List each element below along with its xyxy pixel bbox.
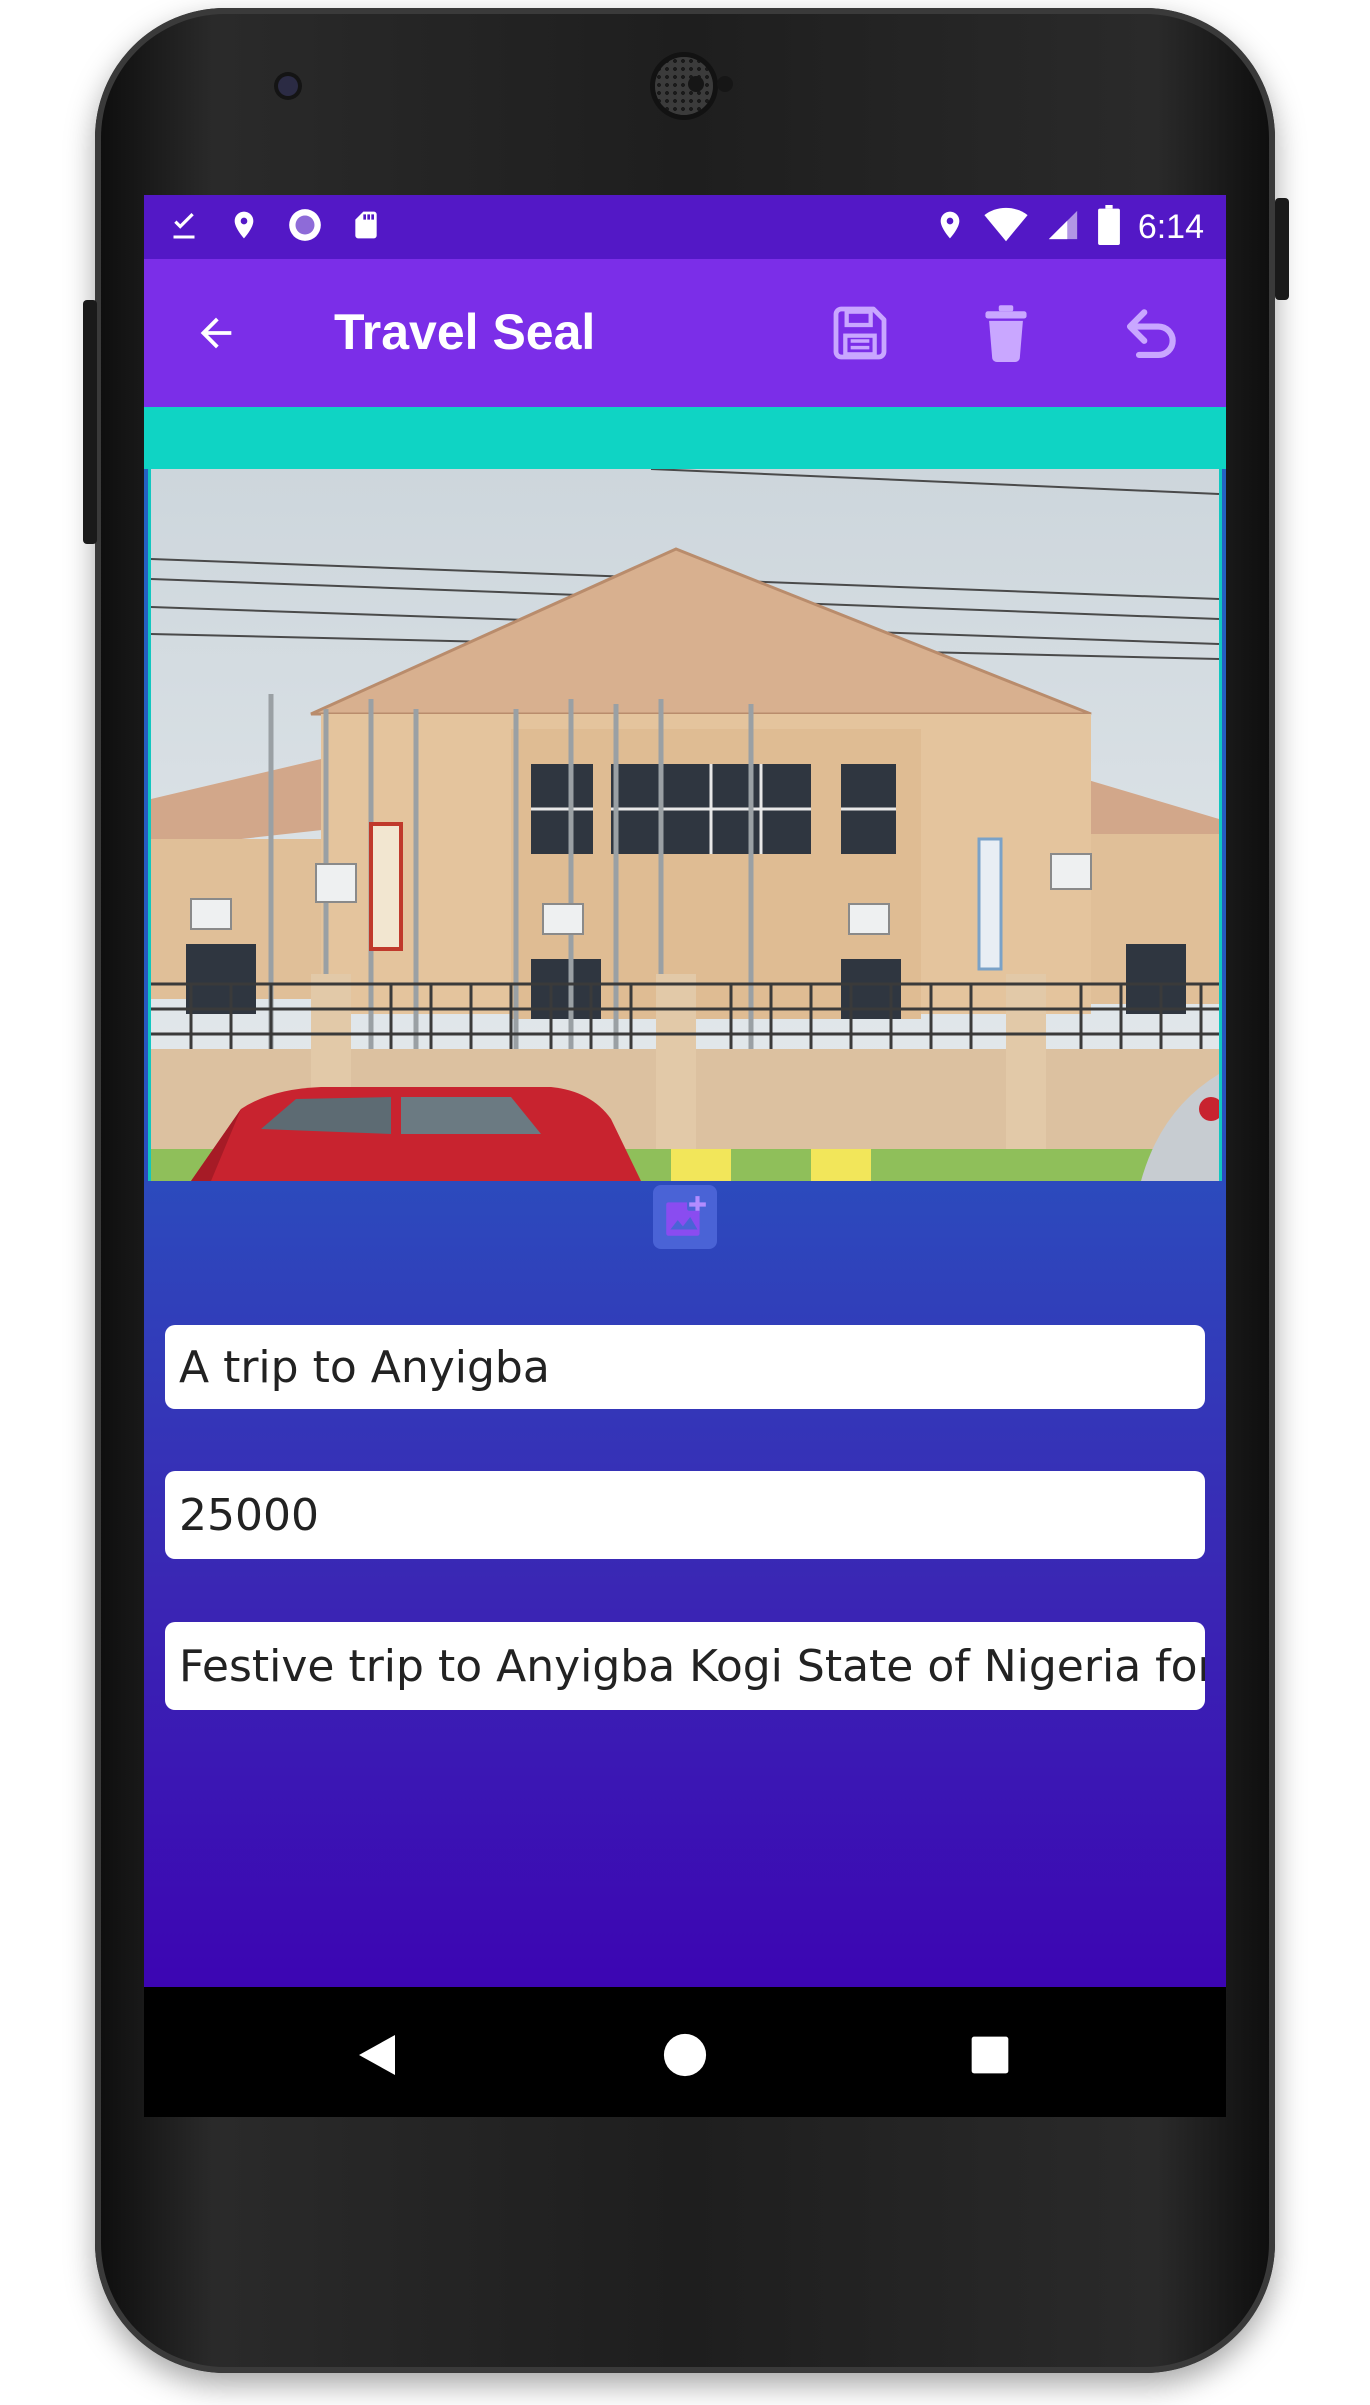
form-area: A trip to Anyigba 25000 Festive trip to … bbox=[144, 407, 1226, 1987]
undo-icon bbox=[1126, 309, 1176, 359]
trip-title-input[interactable]: A trip to Anyigba bbox=[165, 1325, 1205, 1409]
status-bar: 6:14 bbox=[144, 195, 1226, 259]
power-button bbox=[1275, 198, 1289, 300]
location-icon bbox=[934, 206, 966, 249]
app-bar: Travel Seal bbox=[144, 259, 1226, 407]
front-camera bbox=[278, 76, 298, 96]
save-icon bbox=[833, 306, 887, 360]
sync-circle-icon bbox=[286, 206, 324, 249]
nav-home-button[interactable] bbox=[657, 2027, 713, 2083]
signal-icon bbox=[1046, 208, 1080, 247]
trip-description-input[interactable]: Festive trip to Anyigba Kogi State of Ni… bbox=[165, 1622, 1205, 1710]
trip-amount-input[interactable]: 25000 bbox=[165, 1471, 1205, 1559]
trip-photo[interactable] bbox=[148, 469, 1222, 1181]
proximity-sensor bbox=[688, 76, 704, 92]
system-navigation-bar bbox=[144, 1987, 1226, 2117]
volume-button bbox=[83, 300, 97, 544]
speaker-grille bbox=[655, 57, 713, 115]
light-sensor bbox=[717, 76, 733, 92]
delete-icon bbox=[985, 305, 1027, 363]
arrow-back-icon bbox=[200, 317, 232, 349]
nav-back-button[interactable] bbox=[349, 2027, 405, 2083]
screen: 6:14 Travel Seal A trip to Anyigba 25000… bbox=[144, 195, 1226, 2117]
location-icon bbox=[228, 206, 260, 249]
sd-card-icon bbox=[350, 207, 382, 248]
status-time: 6:14 bbox=[1137, 207, 1204, 246]
building-photo-illustration bbox=[151, 469, 1219, 1181]
add-photo-icon bbox=[666, 1196, 706, 1236]
back-button[interactable] bbox=[188, 305, 244, 361]
download-done-icon bbox=[166, 207, 202, 248]
teal-header-band bbox=[144, 407, 1226, 469]
recents-square-icon bbox=[971, 2036, 1009, 2074]
battery-icon bbox=[1097, 204, 1120, 250]
delete-button[interactable] bbox=[970, 297, 1042, 369]
save-button[interactable] bbox=[824, 297, 896, 369]
wifi-icon bbox=[984, 207, 1028, 248]
home-circle-icon bbox=[663, 2033, 707, 2077]
undo-button[interactable] bbox=[1116, 297, 1188, 369]
back-triangle-icon bbox=[359, 2035, 395, 2075]
nav-recents-button[interactable] bbox=[962, 2027, 1018, 2083]
add-photo-button[interactable] bbox=[653, 1185, 717, 1249]
page-title: Travel Seal bbox=[334, 304, 596, 360]
